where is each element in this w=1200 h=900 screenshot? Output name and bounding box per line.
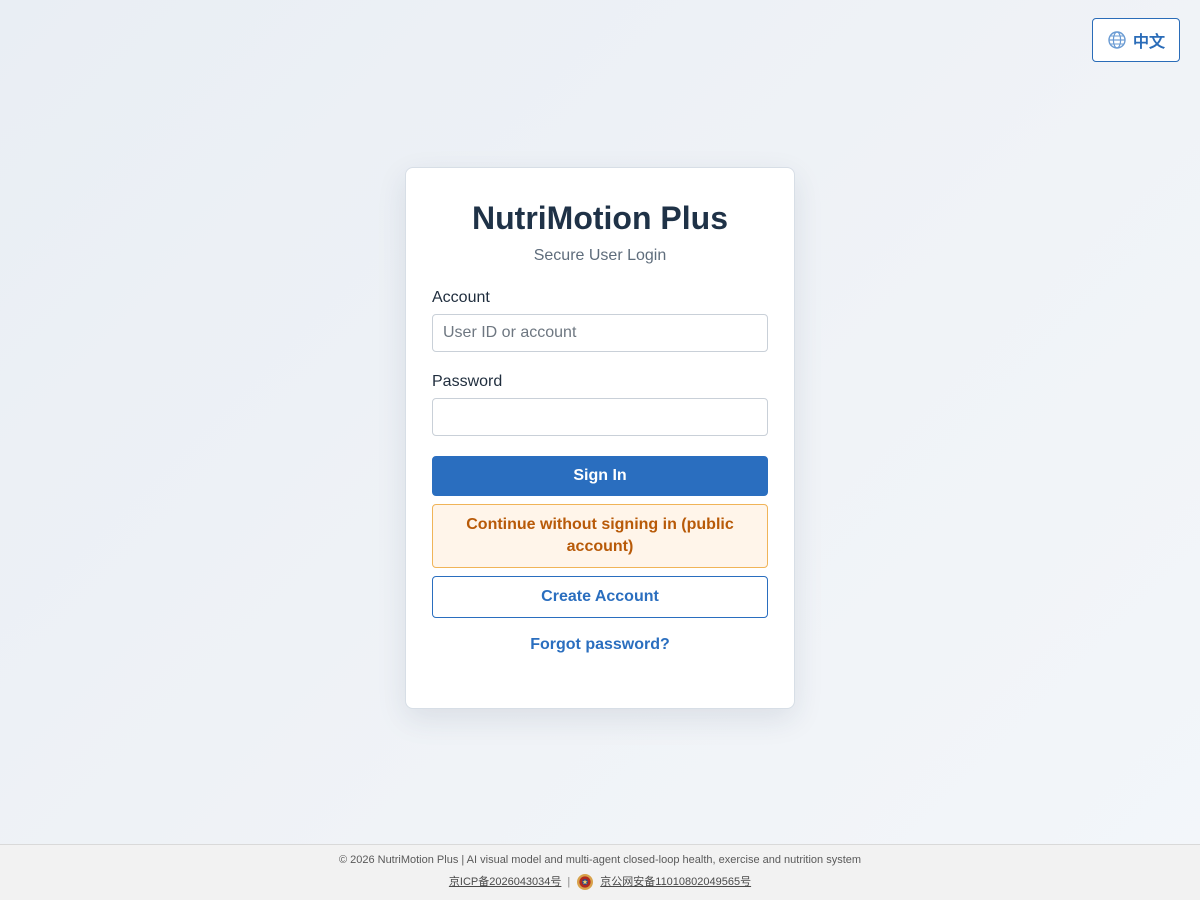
app-title: NutriMotion Plus <box>472 200 728 236</box>
police-badge-icon <box>577 874 594 890</box>
account-label: Account <box>432 289 490 306</box>
icp-record-link[interactable]: 京ICP备2026043034号 <box>449 874 562 890</box>
account-input[interactable] <box>432 314 768 352</box>
language-switch-label: 中文 <box>1132 34 1165 51</box>
footer-records: 京ICP备2026043034号 | 京公网安备11010802049565号 <box>0 873 1200 891</box>
create-account-button[interactable]: Create Account <box>432 576 768 618</box>
password-label: Password <box>432 373 503 390</box>
globe-icon <box>1108 31 1126 49</box>
footer: © 2026 NutriMotion Plus | AI visual mode… <box>0 844 1200 900</box>
language-switch-button[interactable]: 中文 <box>1092 18 1180 62</box>
police-record-link[interactable]: 京公网安备11010802049565号 <box>600 874 751 890</box>
continue-as-public-button[interactable]: Continue without signing in (public acco… <box>432 504 768 568</box>
sign-in-button[interactable]: Sign In <box>432 456 768 496</box>
password-input[interactable] <box>432 398 768 436</box>
login-card: NutriMotion Plus Secure User Login Accou… <box>405 167 795 709</box>
forgot-password-link[interactable]: Forgot password? <box>432 635 768 655</box>
footer-copyright: © 2026 NutriMotion Plus | AI visual mode… <box>338 854 862 866</box>
login-subtitle: Secure User Login <box>533 247 667 264</box>
footer-separator: | <box>567 876 571 888</box>
